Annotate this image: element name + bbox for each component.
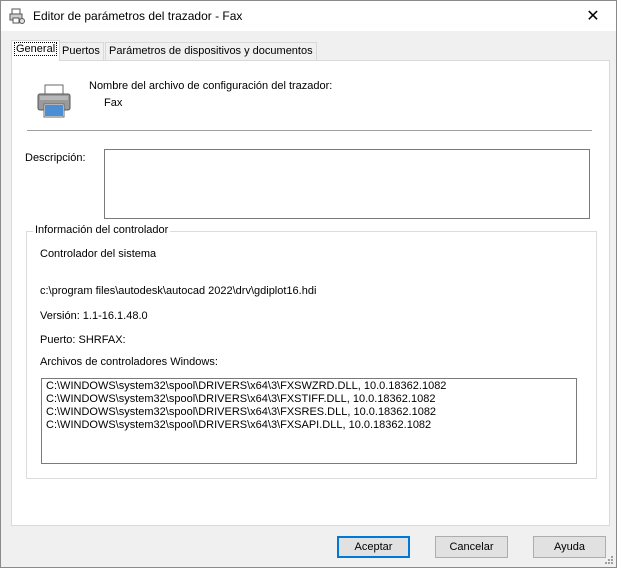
window-title: Editor de parámetros del trazador - Fax — [33, 9, 243, 23]
list-item[interactable]: C:\WINDOWS\system32\spool\DRIVERS\x64\3\… — [46, 393, 572, 406]
help-button[interactable]: Ayuda — [533, 536, 606, 558]
plotter-settings-icon — [9, 8, 25, 24]
accept-button[interactable]: Aceptar — [337, 536, 410, 558]
driver-version: Versión: 1.1-16.1.48.0 — [40, 310, 148, 322]
driver-files-list[interactable]: C:\WINDOWS\system32\spool\DRIVERS\x64\3\… — [41, 378, 577, 464]
driver-name: Controlador del sistema — [40, 248, 157, 260]
plotter-editor-window: Editor de parámetros del trazador - Fax … — [0, 0, 617, 568]
tab-puertos[interactable]: Puertos — [58, 42, 104, 60]
resize-grip-icon[interactable] — [604, 555, 614, 565]
separator — [27, 130, 592, 131]
driver-path: c:\program files\autodesk\autocad 2022\d… — [40, 285, 317, 297]
close-icon: ✕ — [586, 8, 600, 25]
list-item[interactable]: C:\WINDOWS\system32\spool\DRIVERS\x64\3\… — [46, 380, 572, 393]
description-textarea[interactable] — [104, 149, 590, 219]
driver-info-title: Información del controlador — [33, 224, 171, 236]
title-bar: Editor de parámetros del trazador - Fax … — [1, 1, 616, 31]
general-tab-panel: Nombre del archivo de configuración del … — [11, 60, 610, 526]
printer-icon — [37, 84, 71, 118]
config-file-label: Nombre del archivo de configuración del … — [89, 80, 333, 92]
tab-general[interactable]: General — [11, 40, 61, 61]
close-button[interactable]: ✕ — [570, 1, 616, 31]
description-label: Descripción: — [25, 152, 86, 164]
windows-drivers-label: Archivos de controladores Windows: — [40, 356, 218, 368]
list-item[interactable]: C:\WINDOWS\system32\spool\DRIVERS\x64\3\… — [46, 419, 572, 432]
config-file-name: Fax — [104, 97, 123, 109]
cancel-button[interactable]: Cancelar — [435, 536, 508, 558]
tab-parametros-dispositivos[interactable]: Parámetros de dispositivos y documentos — [105, 42, 317, 60]
list-item[interactable]: C:\WINDOWS\system32\spool\DRIVERS\x64\3\… — [46, 406, 572, 419]
driver-port: Puerto: SHRFAX: — [40, 334, 126, 346]
